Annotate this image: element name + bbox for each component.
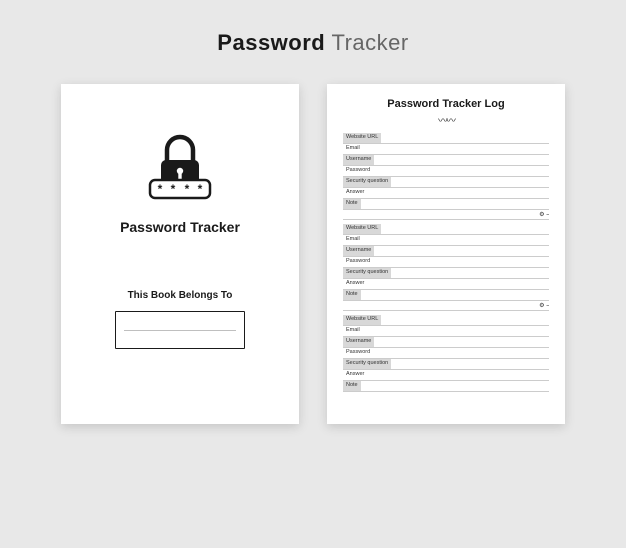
field-label-security: Security question (343, 359, 391, 368)
divider-icon: ⎯ (546, 303, 549, 309)
field-label-password: Password (343, 257, 373, 266)
entry-footer: ⚙⎯ (343, 210, 549, 220)
owner-name-box (115, 311, 245, 349)
decorative-swirl: 〰〰 (343, 112, 549, 127)
field-label-website: Website URL (343, 315, 381, 324)
svg-text:*: * (198, 182, 203, 196)
entry-block: Website URL Email Username Password Secu… (343, 133, 549, 220)
main-title: Password Tracker (217, 30, 408, 56)
gear-icon: ⚙ (539, 302, 544, 309)
svg-text:*: * (158, 182, 163, 196)
field-label-email: Email (343, 144, 363, 153)
belongs-label: This Book Belongs To (128, 290, 233, 301)
cover-title: Password Tracker (120, 219, 240, 235)
pages-container: * * * * Password Tracker This Book Belon… (61, 84, 565, 424)
field-label-email: Email (343, 326, 363, 335)
field-label-answer: Answer (343, 370, 367, 379)
title-light: Tracker (331, 30, 408, 55)
divider-icon: ⎯ (546, 212, 549, 218)
field-label-note: Note (343, 199, 361, 208)
field-label-website: Website URL (343, 224, 381, 233)
field-label-website: Website URL (343, 133, 381, 142)
entry-block: Website URL Email Username Password Secu… (343, 315, 549, 392)
field-label-username: Username (343, 155, 374, 164)
field-label-username: Username (343, 337, 374, 346)
entry-footer: ⚙⎯ (343, 301, 549, 311)
entry-block: Website URL Email Username Password Secu… (343, 224, 549, 311)
svg-text:*: * (185, 182, 190, 196)
cover-page: * * * * Password Tracker This Book Belon… (61, 84, 299, 424)
title-bold: Password (217, 30, 325, 55)
log-title: Password Tracker Log (343, 98, 549, 110)
field-label-security: Security question (343, 177, 391, 186)
log-page: Password Tracker Log 〰〰 Website URL Emai… (327, 84, 565, 424)
field-label-password: Password (343, 348, 373, 357)
field-label-note: Note (343, 290, 361, 299)
field-label-answer: Answer (343, 188, 367, 197)
field-label-answer: Answer (343, 279, 367, 288)
field-label-username: Username (343, 246, 374, 255)
lock-icon: * * * * (145, 132, 215, 209)
field-label-password: Password (343, 166, 373, 175)
field-label-note: Note (343, 381, 361, 390)
field-label-email: Email (343, 235, 363, 244)
gear-icon: ⚙ (539, 211, 544, 218)
svg-text:*: * (171, 182, 176, 196)
field-label-security: Security question (343, 268, 391, 277)
